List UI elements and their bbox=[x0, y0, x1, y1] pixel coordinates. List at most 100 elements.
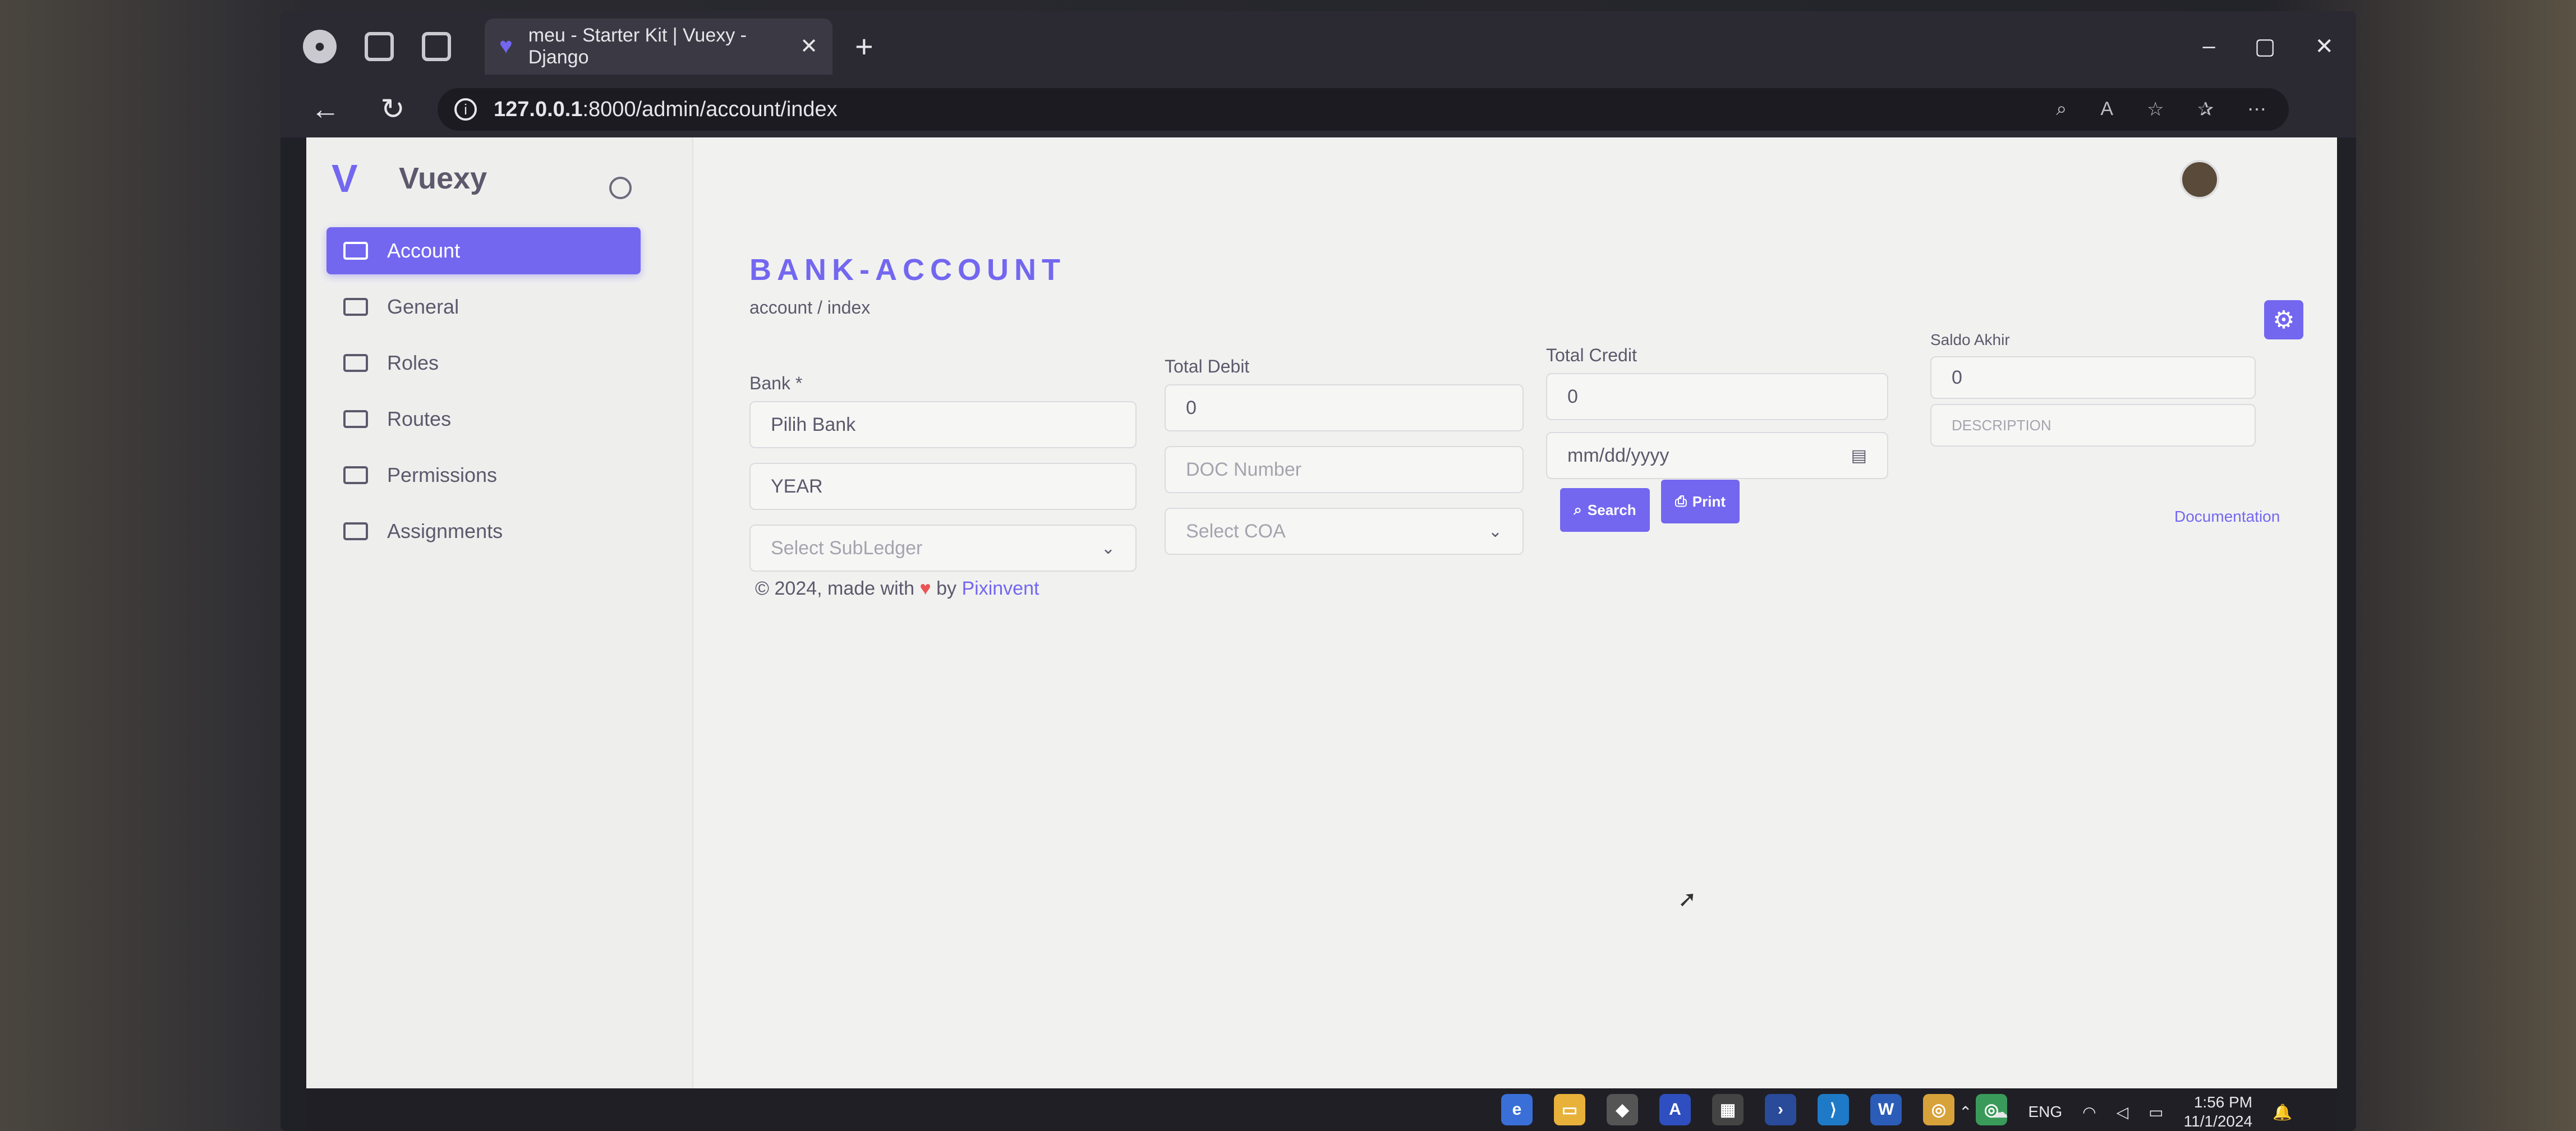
close-window-button[interactable]: ✕ bbox=[2315, 34, 2334, 59]
total-debit-value: 0 bbox=[1186, 397, 1197, 419]
saldo-akhir-label: Saldo Akhir bbox=[1930, 331, 2010, 348]
tab-bar: ● ♥ meu - Starter Kit | Vuexy - Django ✕… bbox=[280, 11, 2356, 81]
chevron-down-icon: ⌄ bbox=[1488, 522, 1502, 541]
notification-bell-icon[interactable]: 🔔 bbox=[2273, 1103, 2292, 1121]
sidebar-item-label: Permissions bbox=[387, 463, 498, 486]
total-credit-label: Total Credit bbox=[1546, 345, 1637, 365]
wifi-icon[interactable]: ◠ bbox=[2082, 1103, 2096, 1121]
volume-icon[interactable]: ◁ bbox=[2117, 1103, 2129, 1121]
subledger-select[interactable]: Select SubLedger ⌄ bbox=[749, 525, 1137, 572]
sidebar-item-general[interactable]: General bbox=[326, 283, 641, 330]
bank-select[interactable]: Pilih Bank bbox=[749, 401, 1137, 448]
workspaces-icon[interactable] bbox=[365, 31, 394, 61]
word-icon[interactable]: W bbox=[1870, 1094, 1902, 1125]
sidebar-item-label: General bbox=[387, 295, 459, 318]
app-icon[interactable]: ◆ bbox=[1607, 1094, 1638, 1125]
terminal-icon[interactable]: › bbox=[1765, 1094, 1796, 1125]
description-input[interactable]: DESCRIPTION bbox=[1930, 404, 2256, 447]
chevron-down-icon: ⌄ bbox=[1101, 539, 1115, 558]
total-credit-field[interactable]: 0 bbox=[1546, 373, 1888, 420]
search-button[interactable]: ⌕ Search bbox=[1560, 488, 1650, 532]
sidebar: V Vuexy Account General Roles Routes Per… bbox=[306, 137, 693, 1131]
window-icon bbox=[343, 410, 368, 428]
address-bar[interactable]: i 127.0.0.1 :8000/admin/account/index ⌕ … bbox=[438, 88, 2289, 131]
tab-actions-icon[interactable] bbox=[422, 31, 451, 61]
clock[interactable]: 1:56 PM 11/1/2024 bbox=[2184, 1093, 2253, 1131]
favorites-icon[interactable]: ✰ bbox=[2198, 98, 2214, 121]
app-icon[interactable]: A bbox=[1659, 1094, 1691, 1125]
year-field[interactable]: YEAR bbox=[749, 463, 1137, 510]
more-menu-icon[interactable]: ⋯ bbox=[2247, 98, 2266, 121]
language-indicator[interactable]: ENG bbox=[2028, 1103, 2062, 1121]
calendar-icon[interactable]: ▤ bbox=[1851, 446, 1867, 466]
total-debit-field[interactable]: 0 bbox=[1165, 384, 1524, 431]
read-aloud-icon[interactable]: A bbox=[2100, 98, 2113, 121]
footer-text: © 2024, made with bbox=[755, 578, 914, 599]
printer-icon: ⎙ bbox=[1675, 493, 1687, 509]
cloud-icon[interactable]: ☁ bbox=[1992, 1103, 2008, 1121]
profile-icon[interactable]: ● bbox=[303, 29, 337, 63]
url-path: :8000/admin/account/index bbox=[582, 97, 838, 121]
window-icon bbox=[343, 354, 368, 372]
total-credit-value: 0 bbox=[1567, 385, 1578, 407]
breadcrumb: account / index bbox=[749, 297, 871, 318]
maximize-button[interactable]: ▢ bbox=[2255, 34, 2276, 59]
laptop-frame: ● ♥ meu - Starter Kit | Vuexy - Django ✕… bbox=[0, 0, 2576, 1131]
main-content: BANK-ACCOUNT account / index Bank * Pili… bbox=[733, 137, 2337, 1131]
total-debit-label: Total Debit bbox=[1165, 356, 1250, 376]
clock-time: 1:56 PM bbox=[2193, 1093, 2253, 1111]
site-info-icon[interactable]: i bbox=[454, 98, 477, 121]
date-value: mm/dd/yyyy bbox=[1567, 444, 1669, 466]
window-icon bbox=[343, 522, 368, 540]
store-icon[interactable]: ▦ bbox=[1712, 1094, 1744, 1125]
zoom-icon[interactable]: ⌕ bbox=[2056, 98, 2067, 121]
sidebar-item-label: Roles bbox=[387, 351, 439, 374]
chrome-icon[interactable]: ◎ bbox=[1923, 1094, 1954, 1125]
clock-date: 11/1/2024 bbox=[2183, 1112, 2253, 1130]
search-icon: ⌕ bbox=[1574, 501, 1582, 518]
page-title: BANK-ACCOUNT bbox=[749, 253, 1066, 287]
battery-icon[interactable]: ▭ bbox=[2149, 1103, 2163, 1121]
browser-tab[interactable]: ♥ meu - Starter Kit | Vuexy - Django ✕ bbox=[485, 18, 832, 75]
doc-number-placeholder: DOC Number bbox=[1186, 458, 1301, 480]
new-tab-button[interactable]: + bbox=[855, 28, 873, 65]
sidebar-item-assignments[interactable]: Assignments bbox=[326, 508, 641, 555]
sidebar-item-permissions[interactable]: Permissions bbox=[326, 452, 641, 499]
avatar[interactable] bbox=[2180, 160, 2219, 199]
address-bar-actions: ⌕ A ☆ ✰ ⋯ bbox=[2056, 98, 2289, 121]
sidebar-menu: Account General Roles Routes Permissions… bbox=[326, 227, 641, 564]
tab-title: meu - Starter Kit | Vuexy - Django bbox=[528, 24, 747, 68]
sidebar-item-label: Account bbox=[387, 239, 461, 262]
customizer-gear-icon[interactable]: ⚙ bbox=[2264, 300, 2303, 339]
file-explorer-icon[interactable]: ▭ bbox=[1554, 1094, 1585, 1125]
sidebar-item-label: Routes bbox=[387, 407, 452, 430]
sidebar-item-routes[interactable]: Routes bbox=[326, 396, 641, 443]
minimize-button[interactable]: – bbox=[2202, 34, 2215, 59]
doc-number-input[interactable]: DOC Number bbox=[1165, 446, 1524, 493]
bank-select-value: Pilih Bank bbox=[771, 413, 856, 435]
print-button-label: Print bbox=[1692, 493, 1726, 510]
coa-select[interactable]: Select COA ⌄ bbox=[1165, 508, 1524, 555]
date-input[interactable]: mm/dd/yyyy ▤ bbox=[1546, 432, 1888, 479]
coa-placeholder: Select COA bbox=[1186, 520, 1286, 542]
footer-by: by bbox=[936, 578, 957, 599]
window-controls: – ▢ ✕ bbox=[2202, 34, 2356, 59]
window-icon bbox=[343, 466, 368, 484]
vuexy-logo-icon: V bbox=[332, 157, 358, 200]
saldo-akhir-field[interactable]: 0 bbox=[1930, 356, 2256, 399]
print-button[interactable]: ⎙ Print bbox=[1661, 480, 1740, 523]
refresh-icon[interactable]: ↻ bbox=[370, 93, 415, 126]
pixinvent-link[interactable]: Pixinvent bbox=[962, 578, 1039, 599]
sidebar-item-roles[interactable]: Roles bbox=[326, 339, 641, 387]
documentation-link[interactable]: Documentation bbox=[2174, 508, 2280, 526]
chevron-up-icon[interactable]: ⌃ bbox=[1959, 1103, 1972, 1121]
back-arrow-icon[interactable]: ← bbox=[303, 93, 348, 126]
favorite-star-icon[interactable]: ☆ bbox=[2147, 98, 2164, 121]
vscode-icon[interactable]: ⟩ bbox=[1818, 1094, 1849, 1125]
edge-icon[interactable]: e bbox=[1501, 1094, 1533, 1125]
sidebar-item-account[interactable]: Account bbox=[326, 227, 641, 274]
tab-close-icon[interactable]: ✕ bbox=[800, 34, 818, 59]
sidebar-collapse-icon[interactable] bbox=[609, 177, 632, 199]
brand[interactable]: V Vuexy bbox=[332, 157, 487, 200]
brand-name: Vuexy bbox=[399, 162, 487, 195]
